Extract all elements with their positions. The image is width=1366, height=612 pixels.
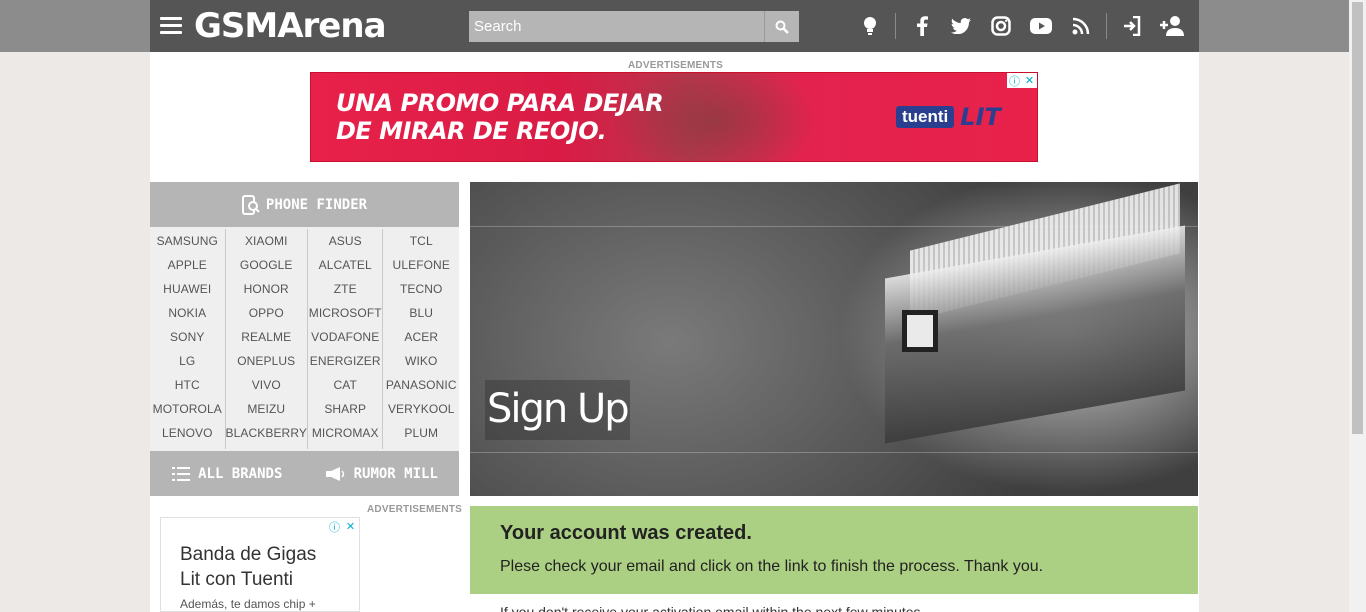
brand-link[interactable]: LG: [150, 349, 225, 373]
rss-icon[interactable]: [1069, 14, 1093, 38]
all-brands-label: ALL BRANDS: [198, 465, 283, 482]
brand-column: ASUS ALCATEL ZTE MICROSOFT VODAFONE ENER…: [308, 229, 384, 449]
brand-link[interactable]: REALME: [226, 325, 307, 349]
ad-label: ADVERTISEMENTS: [628, 60, 724, 71]
activation-note: If you don't receive your activation ema…: [500, 604, 921, 612]
page-title: Sign Up: [485, 380, 630, 440]
phone-finder-header[interactable]: PHONE FINDER: [150, 182, 459, 227]
side-ad-subtitle: Además, te damos chip +: [180, 597, 316, 611]
brand-link[interactable]: BLACKBERRY: [226, 421, 307, 445]
login-icon[interactable]: [1120, 14, 1144, 38]
main-container: ADVERTISEMENTS UNA PROMO PARA DEJAR DE M…: [150, 52, 1199, 612]
menu-icon[interactable]: [160, 17, 182, 35]
brand-link[interactable]: ZTE: [308, 277, 383, 301]
ad-headline-line1: UNA PROMO PARA DEJAR: [336, 89, 664, 117]
success-text: Plese check your email and click on the …: [500, 558, 1044, 575]
rumor-mill-label: RUMOR MILL: [353, 465, 438, 482]
brand-link[interactable]: CAT: [308, 373, 383, 397]
success-title: Your account was created.: [500, 522, 752, 544]
side-ad-title-line2: Lit con Tuenti: [180, 569, 294, 590]
phone-finder-footer: ALL BRANDS RUMOR MILL: [150, 451, 459, 496]
brand-link[interactable]: TCL: [383, 229, 459, 253]
ad-info-icon[interactable]: ⓘ: [327, 519, 342, 534]
ad-close-icon[interactable]: ✕: [343, 519, 358, 534]
brand-link[interactable]: XIAOMI: [226, 229, 307, 253]
brand-link[interactable]: ONEPLUS: [226, 349, 307, 373]
brand-link[interactable]: PLUM: [383, 421, 459, 445]
brand-link[interactable]: VERYKOOL: [383, 397, 459, 421]
brand-link[interactable]: MEIZU: [226, 397, 307, 421]
brand-link[interactable]: ALCATEL: [308, 253, 383, 277]
ad-brand-name: tuenti: [896, 106, 955, 128]
phone-finder-title: PHONE FINDER: [265, 196, 368, 213]
brand-link[interactable]: ENERGIZER: [308, 349, 383, 373]
brand-link[interactable]: BLU: [383, 301, 459, 325]
all-brands-button[interactable]: ALL BRANDS: [150, 451, 305, 496]
top-header: GSMArena: [0, 0, 1366, 52]
ad-brand-suffix: LIT: [960, 103, 1001, 131]
scrollbar-thumb[interactable]: [1352, 2, 1363, 434]
brand-link[interactable]: SONY: [150, 325, 225, 349]
rumor-mill-button[interactable]: RUMOR MILL: [305, 451, 460, 496]
success-message: Your account was created. Plese check yo…: [470, 506, 1198, 594]
header-bar: GSMArena: [150, 0, 1199, 52]
brand-link[interactable]: GOOGLE: [226, 253, 307, 277]
brand-link[interactable]: ACER: [383, 325, 459, 349]
brand-link[interactable]: SAMSUNG: [150, 229, 225, 253]
search-input[interactable]: [469, 11, 764, 42]
brand-link[interactable]: ULEFONE: [383, 253, 459, 277]
facebook-icon[interactable]: [910, 14, 934, 38]
brand-column: SAMSUNG APPLE HUAWEI NOKIA SONY LG HTC M…: [150, 229, 226, 449]
brand-column: XIAOMI GOOGLE HONOR OPPO REALME ONEPLUS …: [226, 229, 308, 449]
signup-hero: Sign Up: [470, 182, 1198, 496]
tip-us-icon[interactable]: [858, 14, 882, 38]
hero-handle-graphic: [902, 310, 938, 352]
list-icon: [172, 466, 191, 481]
twitter-icon[interactable]: [949, 14, 973, 38]
youtube-icon[interactable]: [1029, 14, 1053, 38]
brand-link[interactable]: LENOVO: [150, 421, 225, 445]
brand-link[interactable]: WIKO: [383, 349, 459, 373]
brand-link[interactable]: ASUS: [308, 229, 383, 253]
phone-finder: PHONE FINDER SAMSUNG APPLE HUAWEI NOKIA …: [150, 182, 459, 496]
brand-list: SAMSUNG APPLE HUAWEI NOKIA SONY LG HTC M…: [150, 229, 459, 449]
side-ad-title-line1: Banda de Gigas: [180, 544, 317, 565]
brand-column: TCL ULEFONE TECNO BLU ACER WIKO PANASONI…: [383, 229, 459, 449]
brand-link[interactable]: VIVO: [226, 373, 307, 397]
ad-headline-line2: DE MIRAR DE REOJO.: [336, 117, 607, 145]
search-box: [469, 11, 799, 42]
brand-link[interactable]: MICROMAX: [308, 421, 383, 445]
header-divider: [1106, 13, 1107, 39]
side-ad-title: Banda de Gigas Lit con Tuenti: [180, 542, 316, 592]
brand-link[interactable]: HUAWEI: [150, 277, 225, 301]
megaphone-icon: [325, 466, 344, 481]
top-banner-ad[interactable]: UNA PROMO PARA DEJAR DE MIRAR DE REOJO. …: [310, 72, 1038, 162]
search-button[interactable]: [764, 11, 799, 42]
ad-close-icon[interactable]: ✕: [1022, 73, 1037, 88]
page-scrollbar[interactable]: [1349, 0, 1366, 612]
brand-link[interactable]: TECNO: [383, 277, 459, 301]
ad-label: ADVERTISEMENTS: [367, 504, 463, 515]
brand-link[interactable]: OPPO: [226, 301, 307, 325]
ad-brand-logo: tuenti LIT: [896, 103, 1028, 131]
brand-link[interactable]: HTC: [150, 373, 225, 397]
brand-link[interactable]: MICROSOFT: [308, 301, 383, 325]
brand-link[interactable]: SHARP: [308, 397, 383, 421]
brand-link[interactable]: MOTOROLA: [150, 397, 225, 421]
search-icon: [775, 20, 789, 34]
add-user-icon[interactable]: [1158, 14, 1186, 38]
phone-search-icon: [241, 194, 260, 215]
ad-info-icon[interactable]: ⓘ: [1007, 73, 1022, 88]
header-divider: [895, 13, 896, 39]
brand-link[interactable]: PANASONIC: [383, 373, 459, 397]
hero-divider: [470, 452, 1198, 453]
instagram-icon[interactable]: [989, 14, 1013, 38]
brand-link[interactable]: VODAFONE: [308, 325, 383, 349]
brand-link[interactable]: HONOR: [226, 277, 307, 301]
ad-headline: UNA PROMO PARA DEJAR DE MIRAR DE REOJO.: [336, 89, 664, 145]
side-ad[interactable]: ⓘ ✕ Banda de Gigas Lit con Tuenti Además…: [160, 517, 360, 612]
brand-link[interactable]: APPLE: [150, 253, 225, 277]
brand-link[interactable]: NOKIA: [150, 301, 225, 325]
site-logo[interactable]: GSMArena: [194, 6, 387, 46]
